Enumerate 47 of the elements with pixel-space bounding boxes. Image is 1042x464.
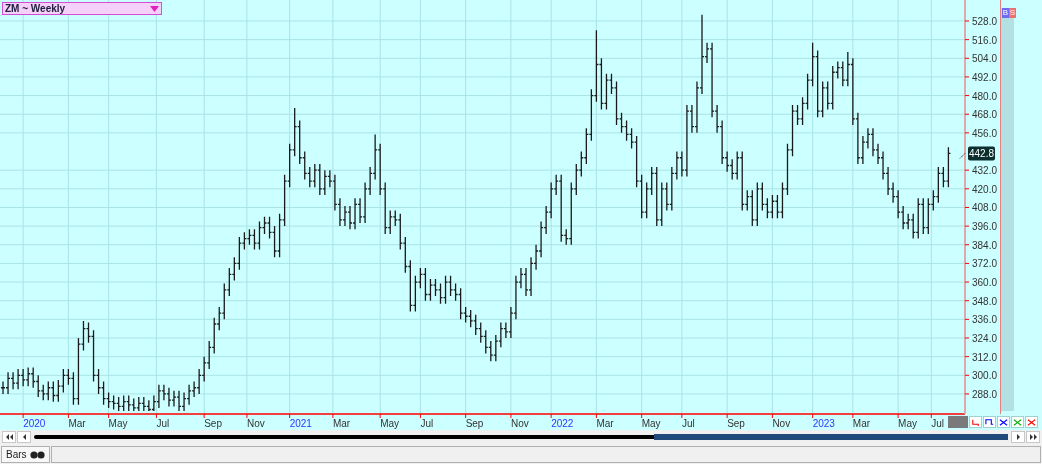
bottom-tab[interactable]: Bars: [1, 446, 50, 463]
x-axis-label: 2022: [551, 418, 574, 429]
y-axis-label: 420.0: [972, 183, 998, 195]
x-axis-label: Mar: [596, 418, 614, 429]
y-axis-label: 528.0: [972, 16, 998, 27]
x-axis-label: Nov: [510, 418, 529, 429]
y-axis-label: 516.0: [972, 34, 998, 46]
x-axis-label: 2023: [812, 418, 835, 429]
y-axis-label: 372.0: [972, 258, 998, 270]
x-axis-label: May: [108, 418, 128, 429]
x-axis-label: Mar: [68, 418, 86, 429]
y-axis-label: 396.0: [972, 221, 998, 233]
y-axis-label: 504.0: [972, 53, 998, 65]
x-axis-label: 2020: [23, 418, 46, 429]
y-axis-label: 480.0: [972, 90, 998, 102]
y-axis-label: 468.0: [972, 109, 998, 121]
last-price-label: 442.8: [968, 146, 995, 161]
x-axis-label: Jul: [420, 418, 434, 429]
y-axis-label: 360.0: [972, 277, 998, 289]
y-axis-label: 312.0: [972, 351, 998, 363]
y-axis-label: 432.0: [972, 165, 998, 177]
trade-button[interactable]: B: [1002, 8, 1009, 18]
y-axis-label: 456.0: [972, 127, 998, 139]
tab-label: Bars: [6, 448, 27, 462]
y-axis-label: 348.0: [972, 295, 998, 307]
y-axis-label: 288.0: [972, 388, 998, 400]
x-axis-label: May: [380, 418, 400, 429]
symbol-dropdown[interactable]: ZM ~ Weekly: [2, 2, 162, 15]
x-axis-label: Jul: [681, 418, 695, 429]
x-axis-label: May: [898, 418, 918, 429]
y-axis-label: 300.0: [972, 370, 998, 382]
x-axis-label: Sep: [204, 418, 222, 429]
x-axis-label: Nov: [772, 418, 791, 429]
x-axis-label: Mar: [332, 418, 351, 429]
x-axis-label: Jul: [931, 418, 945, 429]
y-axis-label: 324.0: [972, 333, 998, 344]
y-axis-label: 408.0: [972, 202, 998, 214]
x-axis-label: Jul: [156, 418, 170, 429]
y-axis-label: 384.0: [972, 239, 998, 251]
x-axis-label: Nov: [246, 418, 265, 429]
y-axis-label: 492.0: [972, 71, 998, 83]
x-axis-label: 2021: [289, 418, 312, 429]
x-axis-label: Sep: [727, 418, 745, 429]
x-axis-label: May: [641, 418, 661, 429]
x-axis-label: Mar: [852, 418, 871, 429]
x-axis-label: Sep: [465, 418, 484, 429]
y-axis-label: 336.0: [972, 314, 998, 326]
